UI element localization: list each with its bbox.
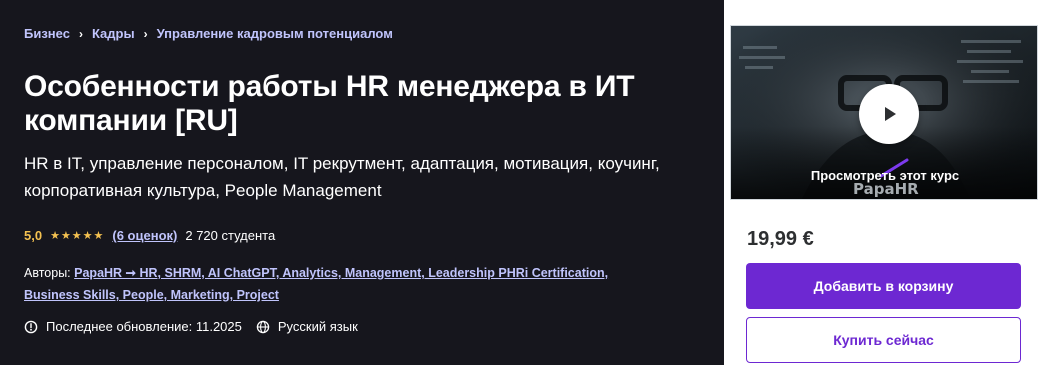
students-count: 2 720 студента <box>185 228 276 243</box>
rating-value: 5,0 <box>24 228 43 243</box>
clock-alert-icon <box>24 320 38 333</box>
author-link-continued[interactable]: Business Skills, People, Marketing, Proj… <box>24 288 279 302</box>
course-subtitle: HR в IT, управление персоналом, IT рекру… <box>24 154 660 200</box>
reviews-link[interactable]: (6 оценок) <box>112 228 177 243</box>
chevron-right-icon: › <box>143 26 148 41</box>
purchase-sidebar: PapaHR Просмотреть этот курс 19,99 € Доб… <box>724 0 1045 365</box>
breadcrumb-item-talent-management[interactable]: Управление кадровым потенциалом <box>157 26 393 41</box>
price: 19,99 € <box>747 228 814 250</box>
authors: Авторы: PapaHR ➞ HR, SHRM, AI ChatGPT, A… <box>24 262 664 306</box>
last-updated-text: Последнее обновление: 11.2025 <box>46 319 242 334</box>
course-hero: Бизнес › Кадры › Управление кадровым пот… <box>0 0 724 365</box>
globe-icon <box>256 320 270 333</box>
breadcrumb: Бизнес › Кадры › Управление кадровым пот… <box>24 26 393 41</box>
course-preview[interactable]: PapaHR Просмотреть этот курс <box>730 25 1038 200</box>
authors-label: Авторы: <box>24 266 71 280</box>
chevron-right-icon: › <box>78 26 83 41</box>
play-button[interactable] <box>859 84 919 144</box>
course-meta: Последнее обновление: 11.2025 Русский яз… <box>24 319 372 334</box>
language-text: Русский язык <box>277 319 358 334</box>
breadcrumb-item-business[interactable]: Бизнес <box>24 26 70 41</box>
preview-label: Просмотреть этот курс <box>810 168 960 183</box>
play-icon <box>885 107 896 121</box>
star-rating-icon: ★★★★★ <box>50 230 105 242</box>
rating-row: 5,0 ★★★★★ (6 оценок) 2 720 студента <box>24 228 275 243</box>
author-link[interactable]: PapaHR ➞ HR, SHRM, AI ChatGPT, Analytics… <box>74 266 608 280</box>
language: Русский язык <box>256 319 358 334</box>
breadcrumb-item-hr[interactable]: Кадры <box>92 26 135 41</box>
buy-now-button[interactable]: Купить сейчас <box>746 317 1021 363</box>
add-to-cart-button[interactable]: Добавить в корзину <box>746 263 1021 309</box>
course-title: Особенности работы HR менеджера в ИТ ком… <box>24 70 635 137</box>
last-updated: Последнее обновление: 11.2025 <box>24 319 242 334</box>
